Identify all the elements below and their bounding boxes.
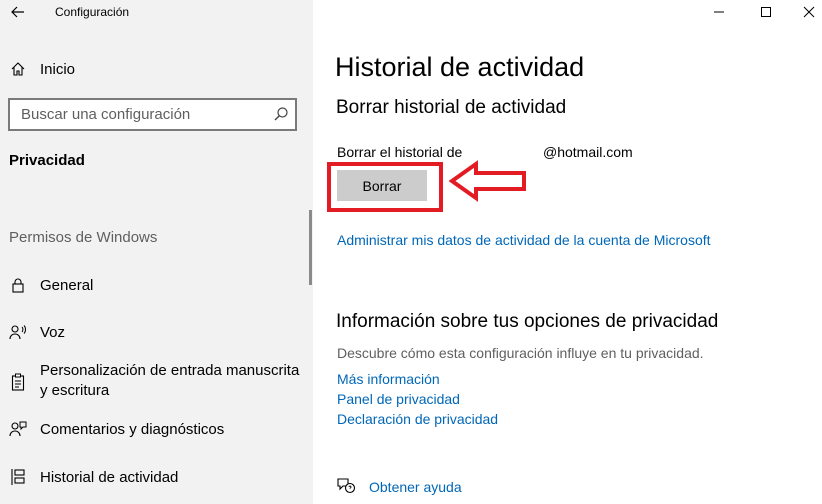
sidebar-item-label: Personalización de entrada manuscrita y … bbox=[40, 362, 300, 399]
privacy-info-heading: Información sobre tus opciones de privac… bbox=[336, 311, 719, 332]
lock-icon bbox=[9, 276, 27, 294]
search-input[interactable] bbox=[21, 106, 261, 123]
sidebar-item-label: Historial de actividad bbox=[40, 468, 179, 486]
account-email: @hotmail.com bbox=[543, 144, 633, 160]
search-box[interactable] bbox=[8, 98, 297, 131]
app-title: Configuración bbox=[55, 5, 130, 19]
clear-history-label: Borrar el historial de bbox=[337, 144, 463, 160]
close-icon bbox=[803, 6, 815, 18]
privacy-statement-link[interactable]: Declaración de privacidad bbox=[337, 411, 498, 427]
close-button[interactable] bbox=[798, 2, 820, 22]
sidebar-section-title: Privacidad bbox=[9, 152, 85, 169]
sidebar: Configuración Inicio Privacidad Permisos… bbox=[0, 0, 313, 504]
sidebar-item-activity-history[interactable]: Historial de actividad bbox=[0, 465, 313, 489]
maximize-button[interactable] bbox=[755, 2, 777, 22]
home-icon bbox=[9, 60, 27, 78]
minimize-button[interactable] bbox=[708, 2, 730, 22]
more-info-link[interactable]: Más información bbox=[337, 371, 440, 387]
sidebar-item-label: Inicio bbox=[40, 60, 76, 78]
clear-history-heading: Borrar historial de actividad bbox=[336, 97, 567, 118]
sidebar-item-general[interactable]: General bbox=[0, 273, 313, 297]
sidebar-item-home[interactable]: Inicio bbox=[0, 56, 313, 82]
privacy-info-description: Descubre cómo esta configuración influye… bbox=[337, 345, 704, 361]
page-title: Historial de actividad bbox=[335, 52, 585, 82]
voice-icon bbox=[9, 323, 27, 341]
search-icon[interactable] bbox=[273, 106, 289, 122]
back-arrow-icon[interactable] bbox=[9, 3, 27, 21]
clear-history-button[interactable]: Borrar bbox=[337, 170, 427, 201]
get-help-link[interactable]: Obtener ayuda bbox=[369, 479, 462, 495]
maximize-icon bbox=[761, 7, 771, 17]
minimize-icon bbox=[714, 11, 724, 13]
sidebar-item-handwriting[interactable]: Personalización de entrada manuscrita y … bbox=[0, 361, 313, 401]
sidebar-item-label: Comentarios y diagnósticos bbox=[40, 420, 225, 438]
sidebar-item-voice[interactable]: Voz bbox=[0, 320, 313, 344]
sidebar-item-label: Voz bbox=[40, 323, 66, 341]
clipboard-icon bbox=[9, 373, 27, 391]
annotation-arrow-icon bbox=[449, 160, 526, 202]
help-icon bbox=[336, 477, 356, 495]
manage-activity-data-link[interactable]: Administrar mis datos de actividad de la… bbox=[337, 232, 711, 248]
privacy-dashboard-link[interactable]: Panel de privacidad bbox=[337, 391, 460, 407]
sidebar-group-title: Permisos de Windows bbox=[9, 229, 158, 246]
sidebar-item-label: General bbox=[40, 276, 94, 294]
sidebar-item-feedback[interactable]: Comentarios y diagnósticos bbox=[0, 417, 313, 441]
feedback-icon bbox=[9, 420, 27, 438]
timeline-icon bbox=[9, 468, 27, 486]
